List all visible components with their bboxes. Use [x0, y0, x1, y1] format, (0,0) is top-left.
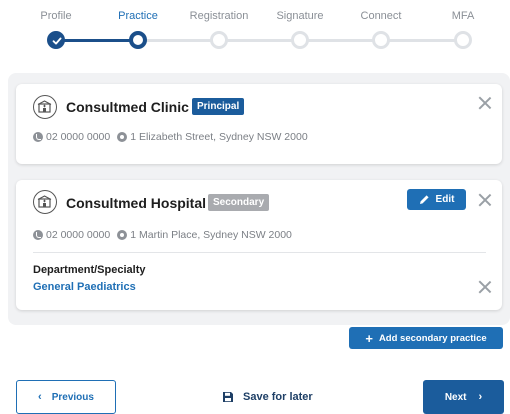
previous-button-label: Previous [51, 391, 94, 403]
chevron-right-icon: › [478, 391, 483, 403]
step-label-profile[interactable]: Profile [40, 10, 71, 22]
location-pin-icon [117, 132, 128, 142]
step-label-mfa[interactable]: MFA [452, 10, 475, 22]
step-label-signature[interactable]: Signature [276, 10, 323, 22]
progress-stepper: Profile Practice Registration Signature … [0, 0, 510, 60]
save-for-later-label: Save for later [243, 391, 313, 403]
edit-button[interactable]: Edit [407, 189, 466, 210]
previous-button[interactable]: ‹ Previous [16, 380, 116, 414]
clinic-icon [33, 95, 57, 119]
step-label-registration[interactable]: Registration [190, 10, 249, 22]
practice-phone: 02 0000 0000 [46, 131, 111, 143]
location-pin-icon [117, 230, 128, 240]
practice-address: 1 Martin Place, Sydney NSW 2000 [130, 229, 292, 241]
status-badge-secondary: Secondary [208, 194, 270, 211]
step-dot-registration[interactable] [210, 31, 228, 49]
remove-practice-close-icon[interactable] [478, 96, 492, 110]
pencil-icon [419, 195, 429, 204]
remove-practice-close-icon[interactable] [478, 193, 492, 207]
check-icon [52, 37, 62, 45]
next-button[interactable]: Next › [423, 380, 504, 414]
chevron-left-icon: ‹ [38, 391, 42, 403]
step-dot-connect[interactable] [372, 31, 390, 49]
practice-contact-row: 02 0000 0000 1 Martin Place, Sydney NSW … [33, 229, 292, 241]
card-divider [33, 252, 486, 253]
step-connector-done [56, 39, 138, 42]
step-dot-signature[interactable] [291, 31, 309, 49]
edit-button-label: Edit [435, 194, 455, 205]
practice-contact-row: 02 0000 0000 1 Elizabeth Street, Sydney … [33, 131, 308, 143]
step-label-practice[interactable]: Practice [118, 10, 158, 22]
department-value[interactable]: General Paediatrics [33, 281, 136, 293]
practice-phone: 02 0000 0000 [46, 229, 111, 241]
step-dot-mfa[interactable] [454, 31, 472, 49]
department-label: Department/Specialty [33, 264, 146, 276]
practice-address: 1 Elizabeth Street, Sydney NSW 2000 [130, 131, 308, 143]
phone-icon [33, 132, 43, 142]
plus-icon: + [365, 330, 373, 346]
next-button-label: Next [444, 391, 467, 403]
save-for-later-button[interactable]: Save for later [222, 389, 313, 405]
status-badge-principal: Principal [192, 98, 245, 115]
step-dot-practice[interactable] [129, 31, 147, 49]
remove-department-close-icon[interactable] [478, 280, 492, 294]
add-secondary-practice-button[interactable]: + Add secondary practice [349, 327, 503, 349]
step-label-connect[interactable]: Connect [361, 10, 402, 22]
practice-name: Consultmed Hospital [66, 195, 207, 211]
practice-name: Consultmed Clinic [66, 99, 189, 115]
save-icon [223, 392, 233, 402]
step-dot-profile[interactable] [47, 31, 65, 49]
phone-icon [33, 230, 43, 240]
add-secondary-practice-label: Add secondary practice [378, 332, 487, 344]
clinic-icon [33, 190, 57, 214]
practice-card-principal [16, 84, 502, 164]
